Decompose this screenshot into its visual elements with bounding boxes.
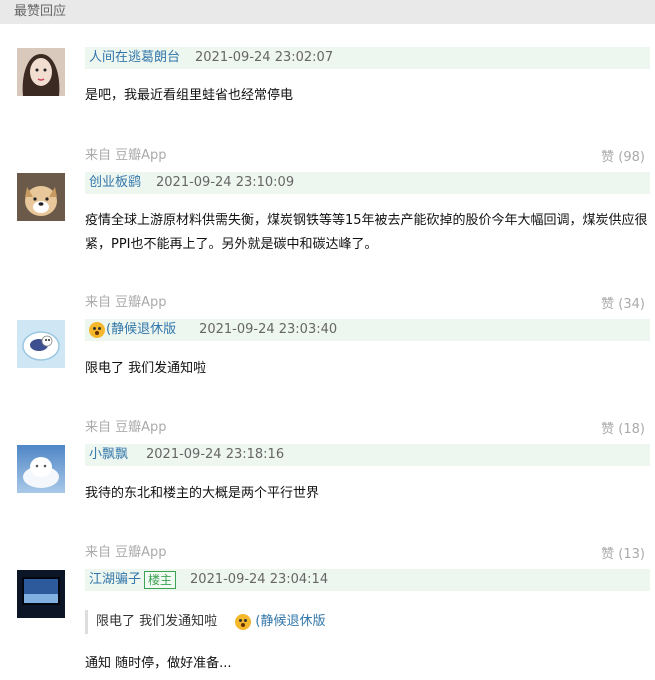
comment-text: 通知 随时停，做好准备... — [85, 656, 232, 671]
comment-meta: 江湖骗子 楼主 2021-09-24 23:04:14 — [85, 569, 650, 591]
avatar[interactable] — [17, 445, 65, 493]
like-button[interactable]: 赞 (98) — [601, 146, 645, 165]
author-link[interactable]: (静候退休版 — [105, 319, 176, 341]
emoji-face-icon — [89, 322, 105, 338]
comment-text: 是吧，我最近看组里蛙省也经常停电 — [85, 88, 294, 103]
avatar[interactable] — [17, 320, 65, 368]
comment-text: 限电了 我们发通知啦 — [85, 361, 207, 376]
op-badge: 楼主 — [144, 571, 177, 589]
timestamp: 2021-09-24 23:10:09 — [156, 175, 295, 190]
section-title: 最赞回应 — [0, 0, 655, 24]
avatar[interactable] — [17, 570, 65, 618]
author-link[interactable]: 江湖骗子 — [85, 569, 141, 591]
like-button[interactable]: 赞 (34) — [601, 293, 645, 312]
comment-meta: 人间在逃葛朗台 2021-09-24 23:02:07 — [85, 47, 650, 69]
like-button[interactable]: 赞 (13) — [601, 543, 645, 562]
comment-meta: 小飘飘 2021-09-24 23:18:16 — [85, 444, 650, 466]
comment-meta: 创业板鹞 2021-09-24 23:10:09 — [85, 172, 650, 194]
comment-source: 来自 豆瓣App — [85, 420, 167, 435]
timestamp: 2021-09-24 23:03:40 — [199, 322, 338, 337]
like-button[interactable]: 赞 (18) — [601, 418, 645, 437]
timestamp: 2021-09-24 23:04:14 — [190, 572, 329, 587]
quote-author-link[interactable]: (静候退休版 — [255, 614, 325, 629]
comment-meta: (静候退休版 2021-09-24 23:03:40 — [85, 319, 650, 341]
author-link[interactable]: 小飘飘 — [85, 444, 128, 466]
quoted-reply: 限电了 我们发通知啦 (静候退休版 — [85, 610, 326, 634]
timestamp: 2021-09-24 23:02:07 — [195, 50, 334, 65]
comment-source: 来自 豆瓣App — [85, 295, 167, 310]
avatar[interactable] — [17, 48, 65, 96]
author-link[interactable]: 创业板鹞 — [85, 172, 141, 194]
comment-text: 疫情全球上游原材料供需失衡，煤炭钢铁等等15年被去产能砍掉的股价今年大幅回调，煤… — [85, 213, 648, 252]
comment-text: 我待的东北和楼主的大概是两个平行世界 — [85, 486, 320, 501]
author-link[interactable]: 人间在逃葛朗台 — [85, 47, 180, 69]
quote-text: 限电了 我们发通知啦 — [96, 614, 218, 629]
comment-source: 来自 豆瓣App — [85, 148, 167, 163]
emoji-face-icon — [235, 613, 252, 630]
avatar[interactable] — [17, 173, 65, 221]
timestamp: 2021-09-24 23:18:16 — [146, 447, 285, 462]
comment-source: 来自 豆瓣App — [85, 545, 167, 560]
